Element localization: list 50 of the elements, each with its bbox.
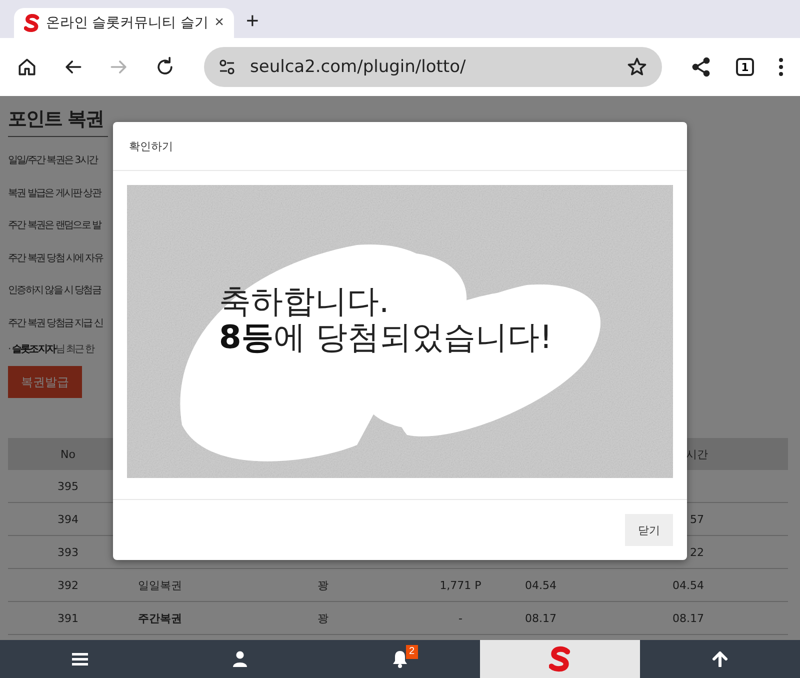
nav-tab[interactable] bbox=[480, 640, 640, 678]
table-cell: 꽝 bbox=[318, 610, 328, 626]
user-icon bbox=[233, 651, 247, 667]
notice-text: 주간 복권 당첨 시에 자유 bbox=[8, 252, 103, 266]
nav-tab[interactable]: 2 bbox=[320, 640, 480, 678]
table-cell: 394 bbox=[58, 512, 78, 526]
address-bar[interactable]: seulca2.com/plugin/lotto/ bbox=[204, 47, 662, 87]
result-message: 축하합니다. bbox=[219, 283, 390, 319]
notice-text: 복권 발급은 게시판 상관 bbox=[8, 186, 101, 200]
table-cell: 주간복권 bbox=[138, 610, 182, 626]
table-cell: 57 bbox=[690, 512, 704, 526]
notice-text: 주간 복권은 랜덤으로 발 bbox=[8, 219, 101, 233]
logo-icon bbox=[24, 13, 40, 33]
result-message: 8등에 당첨되었습니다! bbox=[219, 319, 552, 355]
table-cell: 22 bbox=[690, 546, 704, 558]
close-tab-button[interactable]: × bbox=[214, 14, 224, 32]
menu-icon[interactable] bbox=[778, 57, 784, 77]
notice-text: 주간 복권 당첨금 지급 신 bbox=[8, 316, 103, 330]
table-cell: 391 bbox=[58, 612, 78, 624]
new-tab-button[interactable]: + bbox=[246, 10, 259, 38]
table-cell: 꽝 bbox=[318, 578, 328, 592]
notice-text: 일일/주간 복권은 3시간 bbox=[8, 154, 98, 168]
notification-badge: 2 bbox=[406, 645, 418, 659]
table-cell: 04.54 bbox=[525, 578, 556, 592]
bell-icon bbox=[392, 650, 408, 668]
logo-icon bbox=[549, 646, 571, 672]
notice-text: 인증하지 않을 시 당첨금 bbox=[8, 284, 101, 298]
menu-icon bbox=[72, 652, 88, 666]
table-cell: 392 bbox=[58, 578, 78, 592]
url-text: seulca2.com/plugin/lotto/ bbox=[250, 57, 467, 77]
table-cell: 04.54 bbox=[672, 578, 704, 592]
recent-winner-text: · 슬롯조지자님 최근 한 bbox=[8, 343, 94, 357]
tab-count-button[interactable]: 1 bbox=[736, 58, 754, 76]
table-cell: - bbox=[458, 612, 462, 624]
table-cell: 일일복권 bbox=[138, 578, 182, 592]
page-title: 포인트 복권 bbox=[8, 107, 104, 132]
site-settings-icon[interactable] bbox=[218, 58, 236, 76]
tab-title: 온라인 슬롯커뮤니티 슬기 bbox=[46, 14, 209, 32]
star-icon[interactable] bbox=[626, 56, 648, 78]
dialog-title: 확인하기 bbox=[113, 122, 687, 171]
browser-tab[interactable]: 온라인 슬롯커뮤니티 슬기 × bbox=[14, 8, 234, 38]
close-button[interactable]: 닫기 bbox=[625, 514, 673, 546]
table-cell: 08.17 bbox=[525, 612, 556, 624]
home-icon[interactable] bbox=[16, 56, 38, 78]
table-cell: 08.17 bbox=[672, 612, 704, 624]
table-cell: 393 bbox=[58, 546, 78, 558]
table-cell: 1,771 P bbox=[440, 578, 482, 592]
table-cell: 395 bbox=[58, 480, 78, 492]
share-icon[interactable] bbox=[690, 56, 712, 78]
arrow-up-icon bbox=[712, 651, 728, 667]
